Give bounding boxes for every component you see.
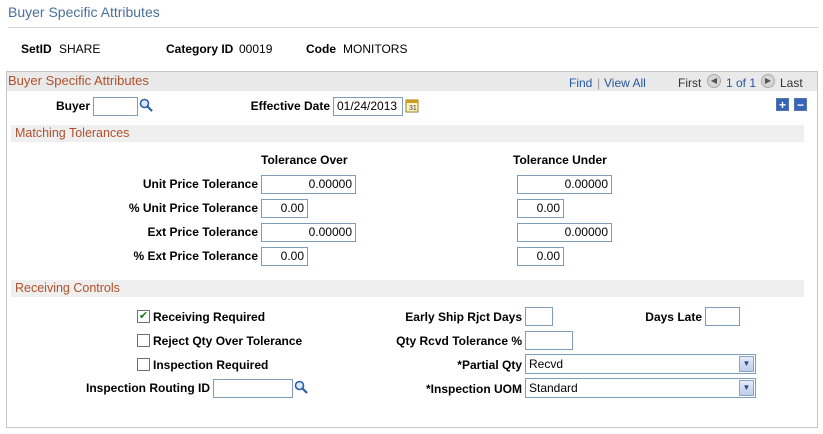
receiving-required-label: Receiving Required (153, 310, 266, 324)
reject-qty-label: Reject Qty Over Tolerance (153, 334, 303, 348)
receiving-required-checkbox[interactable]: ✔ (137, 310, 150, 323)
unit-price-tolerance-label: Unit Price Tolerance (142, 177, 258, 191)
ext-price-tolerance-over-input[interactable]: 0.00000 (261, 223, 356, 242)
calendar-icon[interactable]: 31 (405, 98, 419, 113)
effective-date-input[interactable]: 01/24/2013 (333, 97, 403, 116)
tolerance-under-header: Tolerance Under (513, 153, 607, 167)
receiving-controls-title: Receiving Controls (15, 281, 120, 295)
pct-unit-price-tolerance-label: % Unit Price Tolerance (128, 201, 258, 215)
setid-value: SHARE (59, 42, 101, 56)
inspection-required-checkbox[interactable] (137, 358, 150, 371)
pct-unit-price-tolerance-over-input[interactable]: 0.00 (261, 199, 308, 218)
inspection-routing-input[interactable] (213, 379, 293, 398)
ext-price-tolerance-under-input[interactable]: 0.00000 (517, 223, 612, 242)
partial-qty-select[interactable]: Recvd ▼ (525, 354, 756, 374)
pct-ext-price-tolerance-over-input[interactable]: 0.00 (261, 247, 308, 266)
receiving-controls-bar (11, 280, 804, 297)
inspection-uom-value: Standard (529, 381, 578, 395)
next-row-icon[interactable]: ▶ (761, 74, 775, 88)
pct-unit-price-tolerance-under-input[interactable]: 0.00 (517, 199, 564, 218)
partial-qty-value: Recvd (529, 357, 564, 371)
unit-price-tolerance-over-input[interactable]: 0.00000 (261, 175, 356, 194)
first-label: First (678, 76, 702, 90)
inspection-uom-label: *Inspection UOM (425, 382, 522, 396)
svg-text:31: 31 (409, 105, 417, 112)
title-divider (8, 27, 818, 28)
pct-ext-price-tolerance-under-input[interactable]: 0.00 (517, 247, 564, 266)
inspection-routing-label: Inspection Routing ID (86, 381, 210, 395)
qty-rcvd-tolerance-input[interactable] (525, 331, 573, 350)
view-all-link[interactable]: View All (604, 76, 646, 90)
early-ship-label: Early Ship Rjct Days (405, 310, 522, 324)
previous-row-icon[interactable]: ◀ (707, 74, 721, 88)
page-title: Buyer Specific Attributes (8, 4, 160, 20)
category-id-label: Category ID (166, 42, 234, 56)
find-link[interactable]: Find (569, 76, 592, 90)
buyer-label: Buyer (55, 99, 90, 113)
last-label: Last (780, 76, 803, 90)
code-value: MONITORS (343, 42, 408, 56)
buyer-input[interactable] (93, 97, 138, 116)
chevron-down-icon[interactable]: ▼ (739, 356, 754, 372)
days-late-input[interactable] (705, 307, 740, 326)
days-late-label: Days Late (645, 310, 702, 324)
reject-qty-checkbox[interactable] (137, 334, 150, 347)
inspection-uom-select[interactable]: Standard ▼ (525, 378, 756, 398)
nav-separator: | (597, 76, 601, 90)
inspection-routing-search-icon[interactable] (294, 380, 308, 394)
early-ship-input[interactable] (525, 307, 553, 326)
row-page-info: 1 of 1 (726, 76, 757, 90)
qty-rcvd-tolerance-label: Qty Rcvd Tolerance % (396, 334, 522, 348)
effective-date-label: Effective Date (250, 99, 330, 113)
matching-tolerances-title: Matching Tolerances (15, 126, 130, 140)
partial-qty-label: *Partial Qty (457, 358, 522, 372)
unit-price-tolerance-under-input[interactable]: 0.00000 (517, 175, 612, 194)
category-id-value: 00019 (239, 42, 273, 56)
ext-price-tolerance-label: Ext Price Tolerance (147, 225, 259, 239)
delete-row-icon[interactable]: − (794, 98, 807, 111)
buyer-attributes-header-title: Buyer Specific Attributes (8, 73, 149, 88)
add-row-icon[interactable]: + (776, 98, 789, 111)
setid-label: SetID (21, 42, 52, 56)
buyer-lookup-search-icon[interactable] (139, 98, 153, 112)
chevron-down-icon[interactable]: ▼ (739, 380, 754, 396)
pct-ext-price-tolerance-label: % Ext Price Tolerance (133, 249, 259, 263)
tolerance-over-header: Tolerance Over (261, 153, 348, 167)
matching-tolerances-bar (11, 125, 804, 142)
inspection-required-label: Inspection Required (153, 358, 269, 372)
code-label: Code (306, 42, 336, 56)
